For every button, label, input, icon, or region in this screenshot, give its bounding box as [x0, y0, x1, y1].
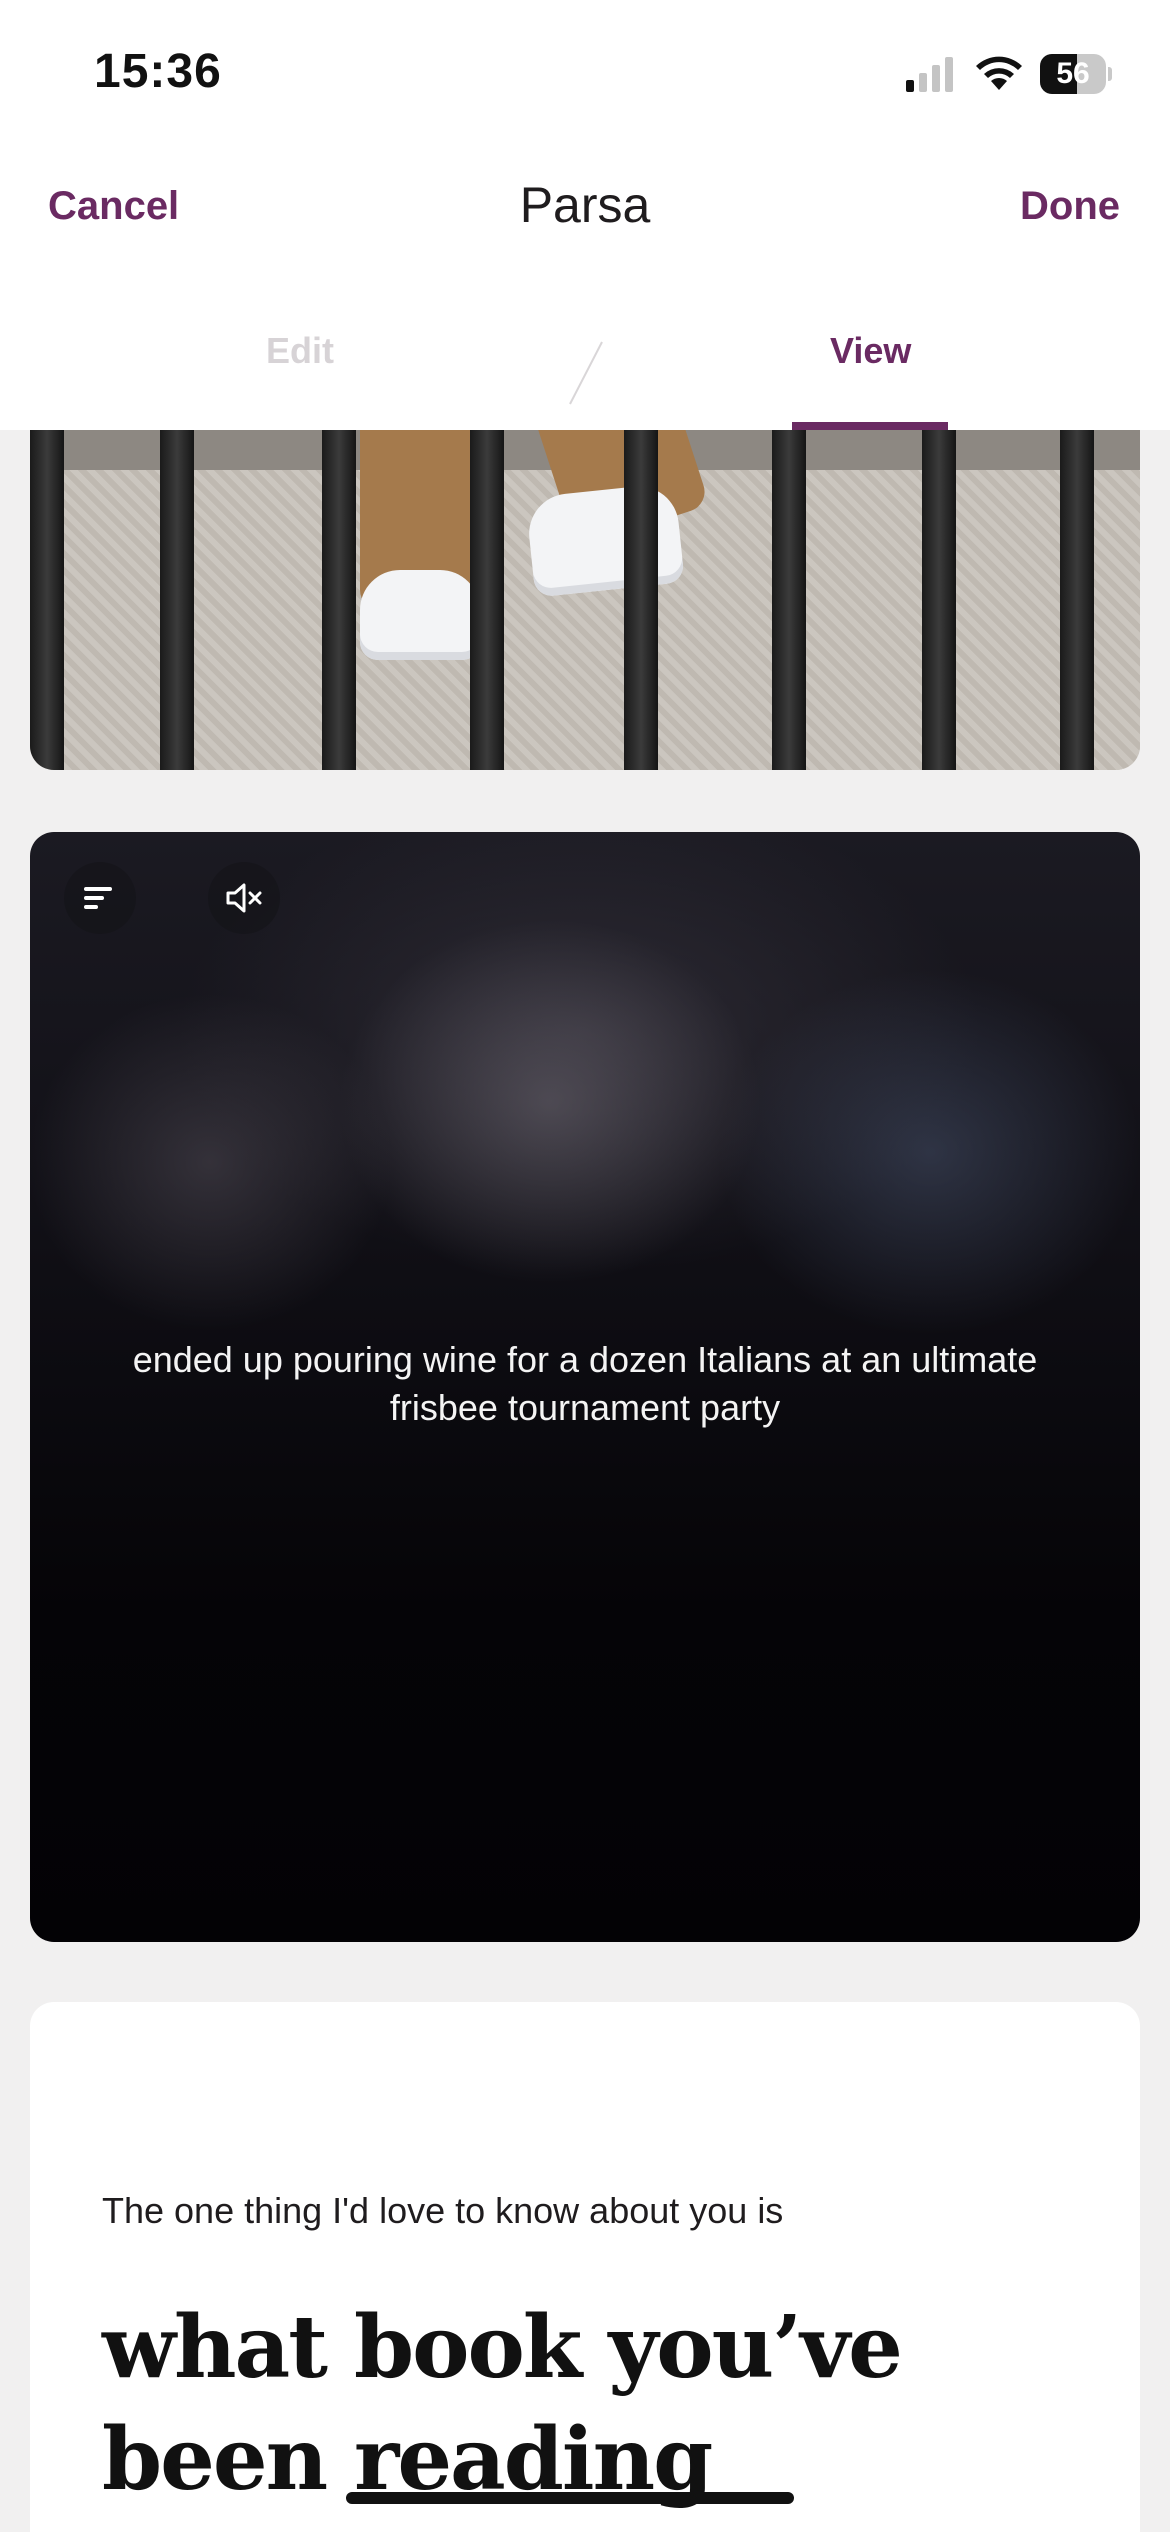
top-bar: 15:36 56 Cancel Parsa Done Edit View	[0, 0, 1170, 430]
battery-level: 56	[1056, 57, 1090, 90]
mute-button[interactable]	[208, 862, 280, 934]
captions-icon	[84, 887, 112, 909]
captions-button[interactable]	[64, 862, 136, 934]
tab-divider	[569, 341, 603, 405]
home-indicator	[346, 2492, 794, 2504]
profile-photo[interactable]	[30, 380, 1140, 770]
signal-icon	[906, 57, 953, 92]
tab-view[interactable]: View	[830, 330, 911, 372]
page-title: Parsa	[519, 177, 651, 233]
prompt-question: The one thing I'd love to know about you…	[102, 2190, 784, 2231]
wifi-icon	[976, 56, 1022, 90]
tab-edit[interactable]: Edit	[266, 330, 334, 372]
battery-icon: 56	[1040, 54, 1112, 94]
mute-icon	[226, 883, 262, 913]
active-tab-indicator	[792, 422, 948, 430]
video-card[interactable]: ended up pouring wine for a dozen Italia…	[30, 832, 1140, 1942]
prompt-card[interactable]: The one thing I'd love to know about you…	[30, 2002, 1140, 2532]
video-caption: ended up pouring wine for a dozen Italia…	[132, 1339, 1038, 1428]
done-button[interactable]: Done	[1020, 184, 1120, 229]
status-time: 15:36	[94, 45, 222, 98]
